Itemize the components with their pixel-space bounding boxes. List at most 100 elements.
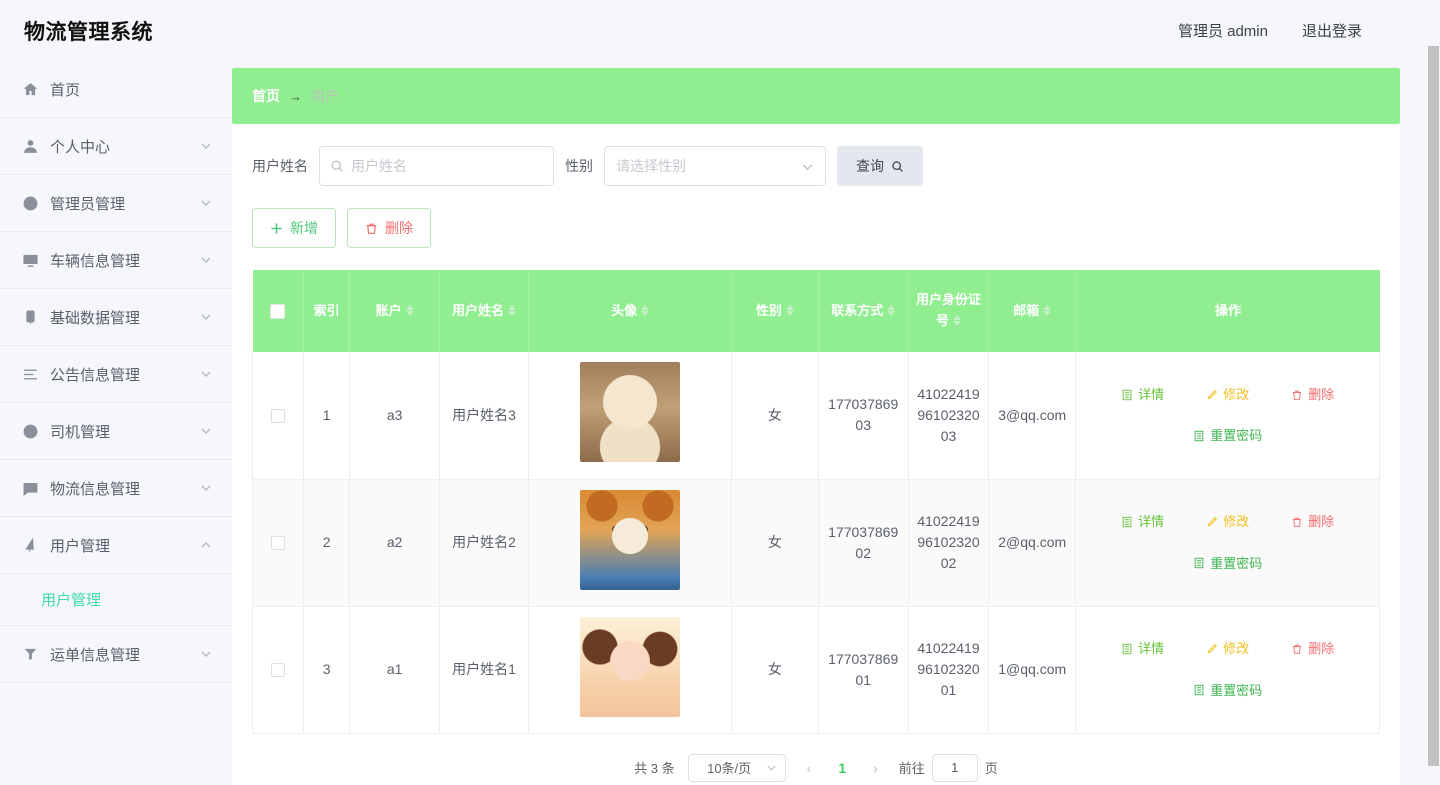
sort-icon[interactable]: [507, 304, 516, 316]
sidebar-item-label: 公告信息管理: [50, 366, 141, 384]
column-header-username[interactable]: 用户姓名: [439, 270, 530, 352]
breadcrumb-separator-icon: →: [289, 88, 302, 104]
row-operations-primary: 详情 修改 删除: [1082, 508, 1373, 536]
sort-icon[interactable]: [1043, 304, 1052, 316]
cell-contact: 17703786902: [818, 479, 909, 607]
sidebar-item-basic-data[interactable]: 基础数据管理: [0, 289, 232, 346]
username-search-field[interactable]: [319, 146, 554, 186]
add-button-label: 新增: [290, 220, 318, 236]
logout-button[interactable]: 退出登录: [1302, 20, 1362, 41]
row-select-cell[interactable]: [252, 606, 304, 734]
column-header-idcard[interactable]: 用户身份证号: [908, 270, 990, 352]
vertical-scrollbar[interactable]: [1426, 0, 1440, 785]
sort-icon[interactable]: [641, 304, 650, 316]
cell-idcard: 410224199610232001: [908, 606, 990, 734]
sidebar-item-label: 首页: [50, 81, 81, 99]
sidebar-item-label: 个人中心: [50, 138, 111, 156]
reset-password-button[interactable]: 重置密码: [1191, 677, 1264, 705]
query-button[interactable]: 查询: [837, 146, 923, 186]
steering-icon: [22, 423, 39, 440]
cell-idcard: 410224199610232002: [908, 479, 990, 607]
sidebar-item-home[interactable]: 首页: [0, 61, 232, 118]
row-select-cell[interactable]: [252, 479, 304, 607]
page-size-select[interactable]: 10条/页: [687, 753, 786, 782]
sidebar-item-notice-info[interactable]: 公告信息管理: [0, 346, 232, 403]
sidebar-item-driver-management[interactable]: 司机管理: [0, 403, 232, 460]
pagination: 共 3 条 10条/页 ‹ 1 › 前往 1 页: [252, 734, 1380, 785]
sidebar-item-personal-center[interactable]: 个人中心: [0, 118, 232, 175]
edit-button[interactable]: 修改: [1204, 635, 1251, 663]
row-select-cell[interactable]: [252, 352, 304, 480]
page-number-1[interactable]: 1: [832, 760, 852, 776]
prev-page-button[interactable]: ‹: [799, 760, 820, 776]
row-operations-primary: 详情 修改 删除: [1082, 635, 1373, 663]
reset-password-button[interactable]: 重置密码: [1191, 422, 1264, 450]
sidebar-subitem-user-management[interactable]: 用户管理: [0, 574, 232, 626]
detail-button[interactable]: 详情: [1119, 508, 1166, 536]
sidebar-item-user-management[interactable]: 用户管理: [0, 517, 232, 574]
row-operations: 详情 修改 删除 重置密码: [1082, 381, 1373, 450]
sort-icon[interactable]: [405, 304, 414, 316]
column-header-contact[interactable]: 联系方式: [818, 270, 909, 352]
chevron-down-icon: [200, 197, 212, 209]
column-header-account[interactable]: 账户: [349, 270, 440, 352]
column-label: 索引: [313, 302, 340, 318]
action-row: 新增 删除: [252, 208, 1380, 248]
current-user-label: 管理员 admin: [1177, 23, 1268, 40]
gender-select[interactable]: 请选择性别: [604, 146, 826, 186]
edit-button[interactable]: 修改: [1204, 381, 1251, 409]
gender-select-value: 请选择性别: [616, 158, 686, 174]
page-jump-input[interactable]: [931, 753, 978, 782]
column-header-email[interactable]: 邮箱: [988, 270, 1077, 352]
row-delete-button[interactable]: 删除: [1289, 508, 1336, 536]
pencil-icon: [1206, 643, 1218, 655]
chevron-down-icon: [801, 160, 814, 173]
cell-contact: 17703786901: [818, 606, 909, 734]
cell-contact: 17703786903: [818, 352, 909, 480]
filter-row: 用户姓名 性别 请选择性别: [252, 146, 1380, 186]
cell-index: 1: [303, 352, 351, 480]
compass-icon: [22, 195, 39, 212]
column-header-gender[interactable]: 性别: [731, 270, 819, 352]
sidebar-item-waybill-info[interactable]: 运单信息管理: [0, 626, 232, 683]
select-all-header[interactable]: [252, 270, 304, 352]
sort-icon[interactable]: [952, 315, 961, 327]
column-label: 头像: [611, 302, 638, 318]
detail-button[interactable]: 详情: [1119, 381, 1166, 409]
edit-button[interactable]: 修改: [1204, 508, 1251, 536]
row-delete-button[interactable]: 删除: [1289, 381, 1336, 409]
pencil-icon: [1206, 389, 1218, 401]
sidebar-item-label: 运单信息管理: [50, 646, 141, 664]
sidebar-item-vehicle-info[interactable]: 车辆信息管理: [0, 232, 232, 289]
column-header-operations: 操作: [1075, 270, 1380, 352]
cell-account: a1: [349, 606, 440, 734]
chevron-down-icon: [200, 368, 212, 380]
reset-password-button[interactable]: 重置密码: [1191, 550, 1264, 578]
table-row: 3 a1 用户姓名1 女 17703786901 410224199610232…: [252, 606, 1380, 734]
delete-button[interactable]: 删除: [347, 208, 431, 248]
column-header-avatar[interactable]: 头像: [528, 270, 733, 352]
add-button[interactable]: 新增: [252, 208, 336, 248]
next-page-button[interactable]: ›: [865, 760, 886, 776]
reset-password-button-label: 重置密码: [1210, 555, 1263, 571]
pen-icon: [22, 536, 39, 554]
breadcrumb-home[interactable]: 首页: [252, 86, 280, 106]
database-icon: [22, 309, 39, 326]
detail-button[interactable]: 详情: [1119, 635, 1166, 663]
select-all-checkbox[interactable]: [270, 303, 286, 319]
row-checkbox[interactable]: [270, 409, 285, 424]
row-checkbox[interactable]: [270, 536, 285, 551]
column-label: 用户身份证号: [915, 292, 981, 328]
search-input[interactable]: [351, 158, 543, 174]
trash-icon: [1291, 389, 1303, 401]
row-delete-button[interactable]: 删除: [1289, 635, 1336, 663]
sidebar-item-admin-management[interactable]: 管理员管理: [0, 175, 232, 232]
table-zone: 索引 账户 用户姓名 头像 性别 联系方式 用户身份证号 邮箱 操作 1 a3 …: [232, 248, 1400, 785]
monitor-icon: [22, 252, 39, 269]
sidebar-item-logistics-info[interactable]: 物流信息管理: [0, 460, 232, 517]
row-checkbox[interactable]: [270, 663, 285, 678]
sort-icon[interactable]: [785, 304, 794, 316]
cell-email: 1@qq.com: [988, 606, 1077, 734]
scrollbar-thumb[interactable]: [1428, 46, 1439, 766]
sort-icon[interactable]: [887, 304, 896, 316]
